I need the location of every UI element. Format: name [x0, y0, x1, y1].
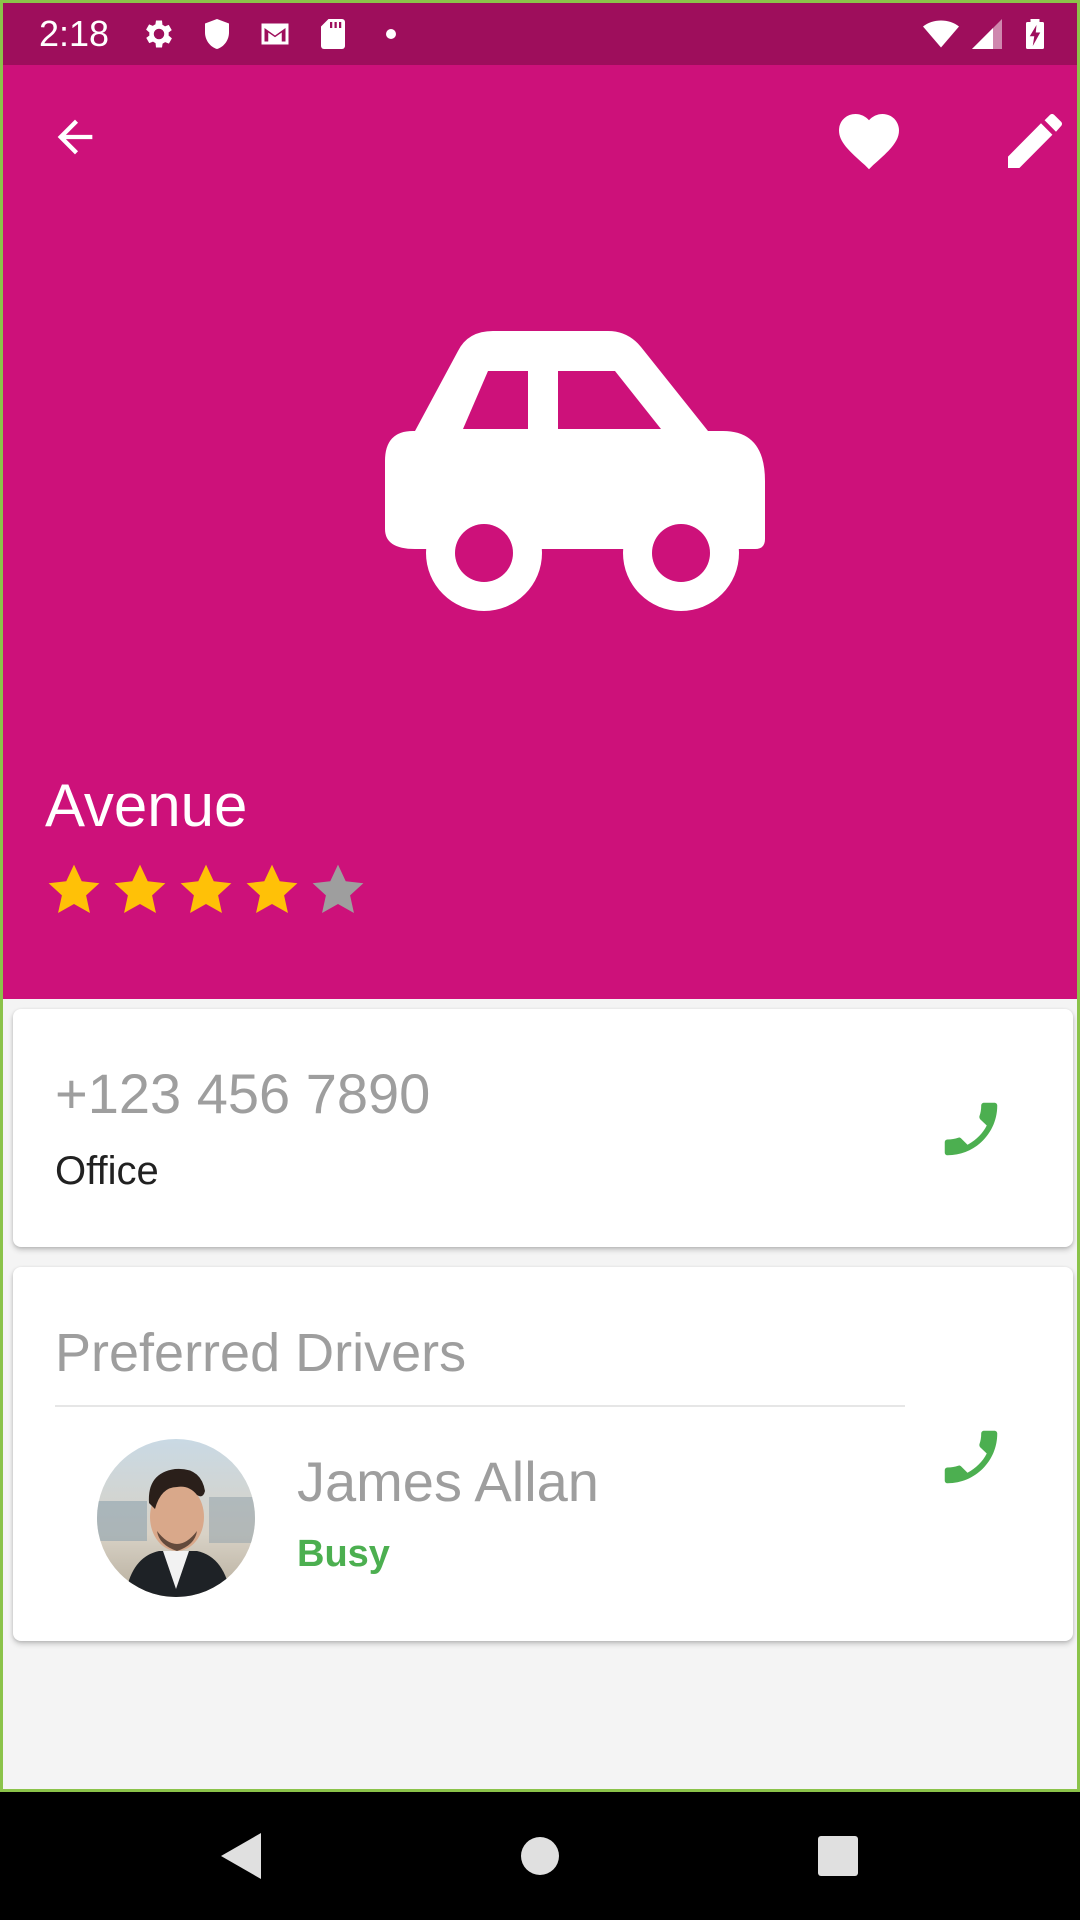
star-filled-icon	[180, 864, 232, 913]
star-filled-icon	[114, 864, 166, 913]
signal-icon	[972, 19, 1002, 49]
settings-icon	[146, 20, 172, 48]
star-empty-icon	[312, 864, 364, 913]
phone-card: +123 456 7890 Office	[13, 1009, 1073, 1247]
driver-status: Busy	[297, 1533, 390, 1575]
battery-charging-icon	[1026, 19, 1044, 49]
star-filled-icon	[246, 864, 298, 913]
star-rating	[45, 861, 367, 919]
gmail-icon	[261, 23, 289, 45]
arrow-back-icon	[57, 119, 93, 155]
system-nav-bar	[0, 1792, 1080, 1920]
sd-card-icon	[321, 19, 345, 49]
phone-icon	[944, 1430, 998, 1484]
notification-dot	[386, 29, 396, 39]
shield-icon	[205, 19, 229, 49]
back-triangle-icon	[221, 1833, 261, 1879]
phone-label: Office	[55, 1149, 159, 1193]
favorite-button[interactable]	[833, 105, 905, 177]
driver-name: James Allan	[297, 1450, 599, 1513]
edit-button[interactable]	[999, 105, 1071, 177]
nav-home-button[interactable]	[510, 1826, 570, 1886]
call-office-button[interactable]	[931, 1089, 1011, 1169]
place-title: Avenue	[45, 772, 248, 839]
status-bar: 2:18	[3, 3, 1077, 65]
heart-icon	[839, 114, 899, 170]
place-header: Avenue	[3, 65, 1077, 999]
pencil-icon	[1008, 114, 1062, 168]
section-title: Preferred Drivers	[55, 1323, 467, 1383]
divider	[55, 1405, 905, 1407]
nav-back-button[interactable]	[210, 1826, 270, 1886]
call-driver-button[interactable]	[931, 1417, 1011, 1497]
phone-icon	[944, 1102, 998, 1156]
car-icon	[385, 331, 765, 611]
nav-recents-button[interactable]	[808, 1826, 868, 1886]
recents-square-icon	[818, 1836, 858, 1876]
phone-number: +123 456 7890	[55, 1062, 431, 1125]
avatar	[97, 1439, 255, 1597]
app-screen: 2:18 Avenue +123 456 7890 Office Preferr…	[0, 0, 1080, 1792]
star-filled-icon	[48, 864, 100, 913]
wifi-icon	[923, 20, 959, 48]
home-circle-icon	[521, 1837, 559, 1875]
preferred-drivers-card: Preferred Drivers James Allan Busy	[13, 1267, 1073, 1641]
back-button[interactable]	[39, 101, 111, 173]
status-time: 2:18	[39, 13, 110, 54]
driver-photo	[97, 1439, 255, 1597]
